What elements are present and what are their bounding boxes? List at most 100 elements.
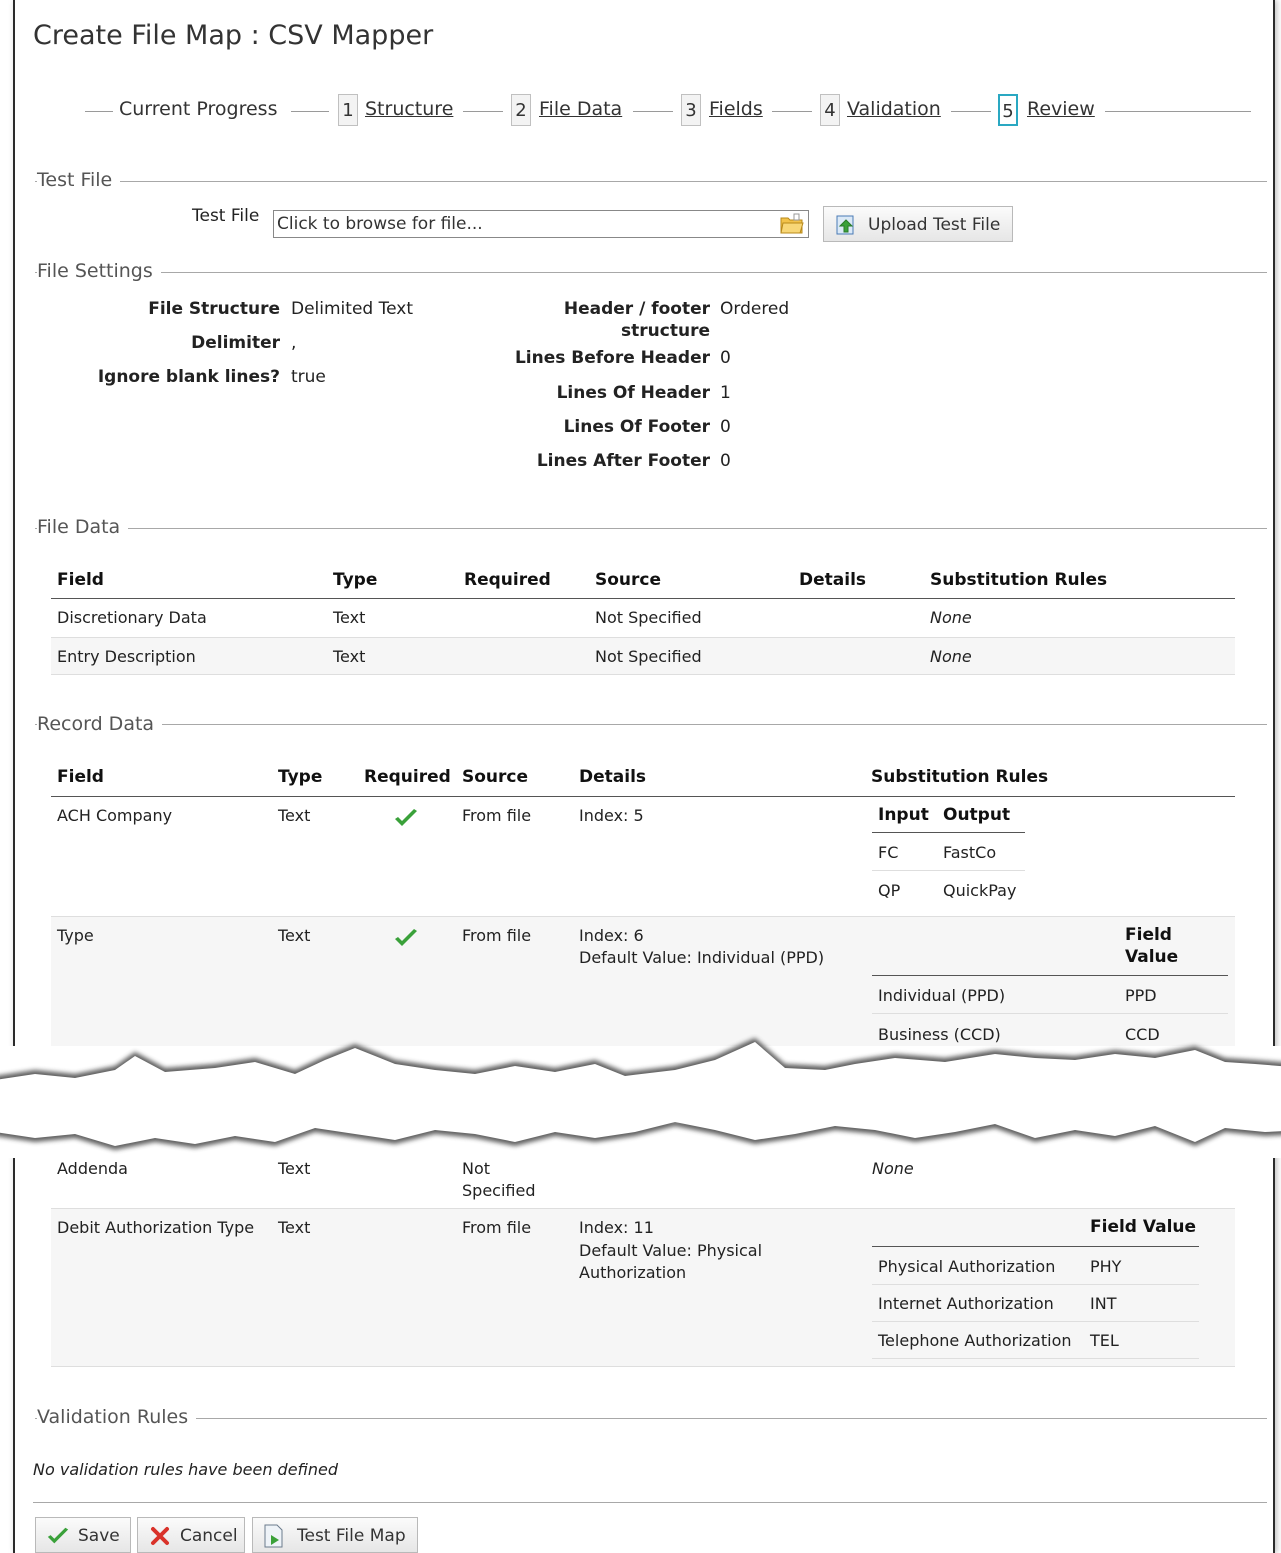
cell-substitution-rules: None [930,647,972,666]
rule-output: FastCo [943,843,997,862]
torn-edge-top [0,1038,1281,1090]
cell-source: From file [462,926,532,945]
table-row: Debit Authorization Type Text From file … [51,1209,1235,1366]
test-file-label: Test File [192,206,260,226]
step-validation-link[interactable]: Validation [847,98,941,120]
row-divider [51,674,1235,675]
rule-input-header: Input [878,805,929,825]
folder-open-icon[interactable] [780,213,804,243]
progress-rule [1105,111,1251,112]
progress-rule [772,111,812,112]
cell-field: Discretionary Data [57,608,207,627]
section-title-file-settings: File Settings [37,260,161,282]
file-structure-value: Delimited Text [291,299,413,319]
rule-value: PPD [1125,986,1157,1005]
cell-source: From file [462,1218,532,1237]
step-5-number: 5 [998,94,1018,126]
cell-substitution-rules: None [872,1159,914,1178]
lines-before-header-value: 0 [720,348,731,368]
upload-test-file-button[interactable]: Upload Test File [823,206,1013,242]
rule-header-rule [872,1246,1199,1247]
ignore-blank-lines-value: true [291,367,326,387]
column-header-source: Source [595,570,662,590]
lines-after-footer-value: 0 [720,451,731,471]
table-row: Entry Description Text Not Specified Non… [51,638,1235,674]
cell-substitution-rules: None [930,608,972,627]
cell-source: Not Specified [595,647,702,666]
lines-of-header-value: 1 [720,383,731,403]
cell-field: Entry Description [57,647,196,666]
section-rule [35,272,1267,273]
table-row: Addenda Text Not Specified None [51,1150,1235,1208]
section-rule [35,724,1267,725]
step-1-number: 1 [338,94,358,126]
row-divider [872,870,1025,871]
cell-field: ACH Company [57,806,173,825]
cell-field: Type [57,926,94,945]
section-title-validation-rules: Validation Rules [37,1406,197,1428]
save-button-label: Save [78,1526,120,1546]
cancel-button-label: Cancel [180,1526,238,1546]
delimiter-label: Delimiter [191,333,280,353]
section-title-record-data: Record Data [37,713,163,735]
rule-field-value-header: Field Value [1090,1217,1197,1237]
step-file-data-link[interactable]: File Data [539,98,622,120]
lines-before-header-label: Lines Before Header [514,348,710,368]
document-play-icon [263,1524,285,1553]
test-file-map-button[interactable]: Test File Map [252,1517,418,1553]
rule-field-header: Field [1125,925,1172,945]
progress-label: Current Progress [119,98,278,120]
lines-after-footer-label: Lines After Footer [536,451,710,471]
rule-field: Internet Authorization [878,1294,1054,1313]
checkmark-icon [393,808,419,832]
test-file-placeholder: Click to browse for file... [277,214,483,234]
rule-output-header: Output [943,805,1011,825]
section-rule [35,528,1267,529]
column-header-required: Required [364,767,451,787]
cell-source: From file [462,806,532,825]
cell-details-index: Index: 6 [579,926,644,945]
lines-of-footer-label: Lines Of Footer [563,417,710,437]
footer-rule [33,1502,1267,1503]
cell-details-default: Default Value: Physical [579,1241,763,1260]
upload-button-label: Upload Test File [868,215,1001,235]
rule-value: INT [1090,1294,1117,1313]
row-divider [872,1358,1199,1359]
step-2-number: 2 [511,94,531,126]
rule-field: Individual (PPD) [878,986,1006,1005]
rule-input: QP [878,881,901,900]
cell-type: Text [278,1159,311,1178]
rule-value: PHY [1090,1257,1122,1276]
file-structure-label: File Structure [148,299,280,319]
row-divider [51,1366,1235,1367]
section-title-test-file: Test File [37,169,121,191]
cell-details-index: Index: 11 [579,1218,654,1237]
cell-source: Not Specified [595,608,702,627]
cell-field: Addenda [57,1159,128,1178]
cell-details-default: Default Value: Individual (PPD) [579,948,825,967]
page-title: Create File Map : CSV Mapper [33,20,434,51]
test-file-map-label: Test File Map [297,1526,406,1546]
ignore-blank-lines-label: Ignore blank lines? [97,367,280,387]
step-fields-link[interactable]: Fields [709,98,763,120]
column-header-type: Type [333,570,378,590]
save-button[interactable]: Save [35,1517,131,1553]
cell-type: Text [278,1218,311,1237]
dialog-frame: Create File Map : CSV Mapper Current Pro… [0,0,1281,1553]
cancel-button[interactable]: Cancel [137,1517,245,1553]
progress-rule [85,111,113,112]
upload-icon [834,214,858,241]
row-divider [872,1321,1199,1322]
column-header-details: Details [799,570,867,590]
rule-value: TEL [1090,1331,1119,1350]
header-footer-value: Ordered [720,299,790,319]
step-structure-link[interactable]: Structure [365,98,453,120]
step-review-link[interactable]: Review [1027,98,1095,120]
rule-field: Telephone Authorization [878,1331,1072,1350]
section-rule [35,181,1267,182]
rule-value-header: Value [1125,947,1179,967]
cell-type: Text [333,647,366,666]
header-footer-label-line1: Header / footer [563,299,710,319]
cell-type: Text [333,608,366,627]
test-file-input[interactable]: Click to browse for file... [273,210,809,238]
